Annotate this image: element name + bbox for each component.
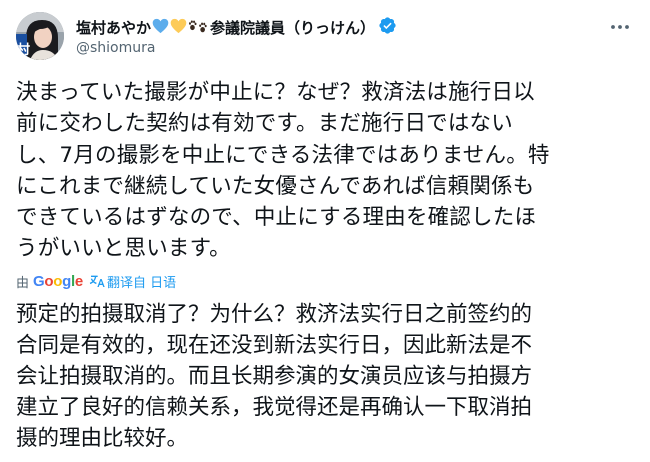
author-title-suffix[interactable]: 参議院議員（りっけん） — [210, 17, 375, 38]
google-logo: Google — [33, 272, 83, 290]
avatar[interactable]: 村 — [16, 12, 64, 60]
translated-tweet-text: 预定的拍摄取消了？为什么？救济法实行日之前签约的 合同是有效的，现在还没到新法实… — [16, 299, 636, 454]
translate-link[interactable]: 翻译自 日语 — [89, 272, 176, 291]
tweet-text-line: にこれまで継続していた女優さんであれば信頼関係も — [16, 173, 535, 199]
translated-text-line: 会让拍摄取消的。而且长期参演的女演员应该与拍摄方 — [16, 364, 533, 389]
tweet-text: 決まっていた撮影が中止に？なぜ？救済法は施行日以 前に交わした契約は有効です。ま… — [16, 77, 636, 265]
tweet-header: 村 塩村あやか 参議院議員（りっけん） @shiomura — [16, 12, 634, 64]
more-options-button[interactable] — [606, 16, 634, 38]
translation-attribution: 由 Google 翻译自 日语 — [16, 270, 176, 292]
verified-badge-icon — [378, 16, 397, 39]
translated-text-line: 预定的拍摄取消了？为什么？救济法实行日之前签约的 — [16, 302, 533, 327]
translated-text-line: 摄的理由比较好。 — [16, 426, 189, 451]
translated-text-line: 建立了良好的信赖关系，我觉得还是再确认一下取消拍 — [16, 395, 533, 420]
author-display-name[interactable]: 塩村あやか — [76, 17, 151, 38]
more-options-icon — [611, 25, 629, 29]
tweet-text-line: 前に交わした契約は有効です。まだ施行日ではない — [16, 111, 513, 137]
author-handle[interactable]: @shiomura — [76, 40, 155, 56]
translated-by-label: 由 — [16, 275, 30, 291]
tweet-text-line: 決まっていた撮影が中止に？なぜ？救済法は施行日以 — [16, 80, 535, 105]
author-name-row[interactable]: 塩村あやか 参議院議員（りっけん） — [76, 16, 397, 39]
paw-prints-icon — [188, 18, 210, 38]
blue-heart-icon — [152, 18, 169, 38]
tweet-text-line: うがいいと思います。 — [16, 236, 231, 262]
tweet-text-line: し、7月の撮影を中止にできる法律ではありません。特 — [16, 142, 550, 168]
tweet-text-line: できているはずなので、中止にする理由を確認したほ — [16, 205, 537, 231]
translate-icon — [89, 275, 105, 287]
translate-link-label[interactable]: 翻译自 日语 — [107, 272, 176, 291]
yellow-heart-icon — [170, 18, 187, 38]
avatar-caption: 村 — [17, 42, 30, 58]
translated-text-line: 合同是有效的，现在还没到新法实行日，因此新法是不 — [16, 333, 533, 358]
avatar-photo: 村 — [16, 12, 64, 60]
